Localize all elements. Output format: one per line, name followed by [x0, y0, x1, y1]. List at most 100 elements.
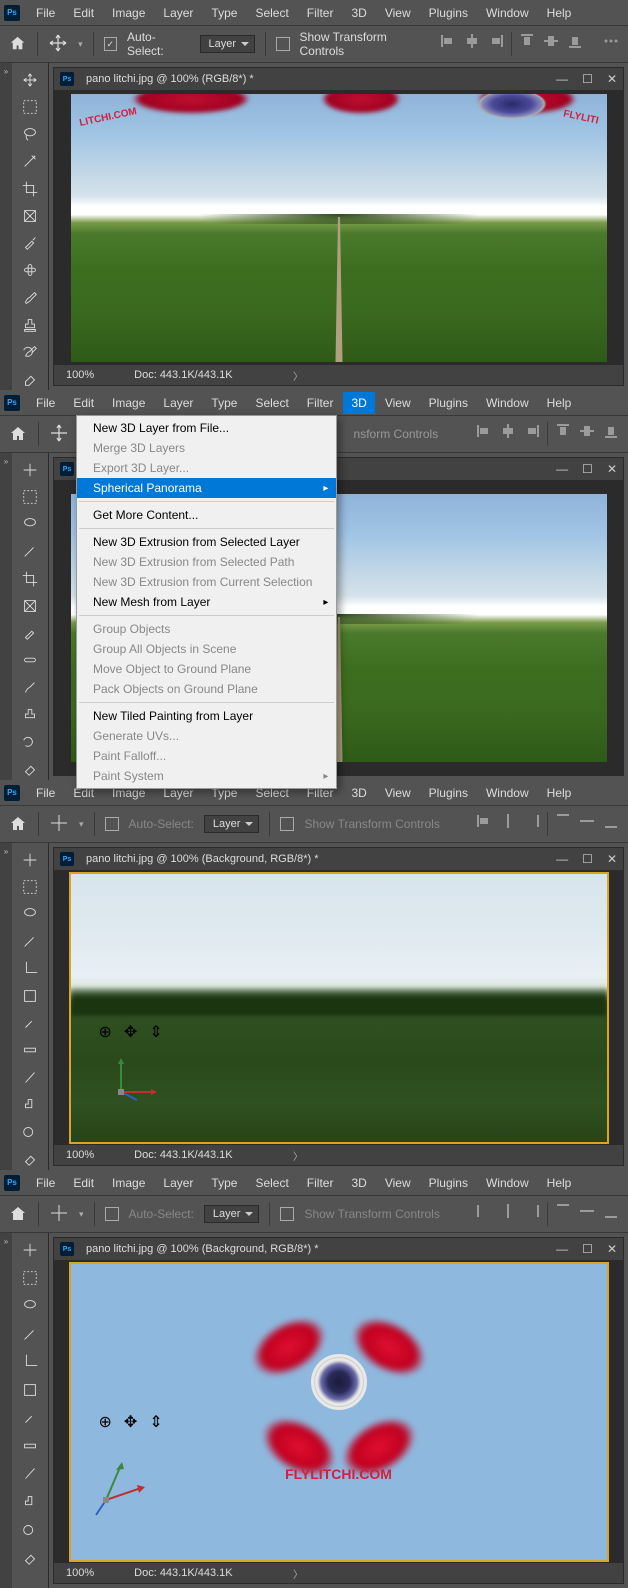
- align-top-icon[interactable]: [554, 812, 572, 830]
- align-right-icon[interactable]: [523, 422, 541, 440]
- crop-tool-icon[interactable]: [19, 568, 41, 589]
- menu-3d[interactable]: 3D: [343, 392, 374, 414]
- frame-tool-icon[interactable]: [19, 1379, 41, 1401]
- layer-dropdown[interactable]: Layer: [200, 35, 256, 53]
- 3d-axis-widget[interactable]: [91, 1460, 151, 1520]
- menu-type[interactable]: Type: [203, 1172, 245, 1194]
- move-tool-icon[interactable]: [49, 1203, 69, 1226]
- chevron-right-icon[interactable]: 〉: [293, 368, 303, 383]
- menu-layer[interactable]: Layer: [155, 392, 201, 414]
- maximize-icon[interactable]: ☐: [582, 852, 593, 866]
- brush-tool-icon[interactable]: [19, 1463, 41, 1485]
- menu-select[interactable]: Select: [247, 1172, 296, 1194]
- zoom-level[interactable]: 100%: [66, 1149, 94, 1161]
- show-transform-checkbox[interactable]: [276, 37, 289, 51]
- history-brush-tool-icon[interactable]: [19, 342, 41, 363]
- menu-edit[interactable]: Edit: [65, 2, 102, 24]
- zoom-level[interactable]: 100%: [66, 369, 94, 381]
- menu-3d[interactable]: 3D: [343, 782, 374, 804]
- stamp-tool-icon[interactable]: [19, 1491, 41, 1513]
- history-brush-tool-icon[interactable]: [19, 1122, 41, 1143]
- wand-tool-icon[interactable]: [19, 1323, 41, 1345]
- menu-image[interactable]: Image: [104, 2, 153, 24]
- menu-help[interactable]: Help: [539, 2, 580, 24]
- menu-edit[interactable]: Edit: [65, 392, 102, 414]
- move-tool-icon[interactable]: [19, 1239, 41, 1261]
- healing-tool-icon[interactable]: [19, 1040, 41, 1061]
- home-icon[interactable]: [8, 1204, 28, 1224]
- eyedropper-tool-icon[interactable]: [19, 233, 41, 254]
- minimize-icon[interactable]: —: [556, 462, 568, 476]
- canvas-area[interactable]: ⊕ ✥ ⇕: [54, 870, 623, 1145]
- align-hcenter-icon[interactable]: [499, 1202, 517, 1220]
- show-transform-checkbox[interactable]: [280, 817, 294, 831]
- menu-plugins[interactable]: Plugins: [421, 392, 476, 414]
- align-top-icon[interactable]: [518, 32, 536, 50]
- align-top-icon[interactable]: [554, 1202, 572, 1220]
- orbit-icon[interactable]: ⊕: [99, 1412, 112, 1432]
- eraser-tool-icon[interactable]: [19, 369, 41, 390]
- menu-3d[interactable]: 3D: [343, 1172, 374, 1194]
- menu-type[interactable]: Type: [203, 392, 245, 414]
- auto-select-checkbox[interactable]: [105, 1207, 119, 1221]
- align-hcenter-icon[interactable]: [499, 812, 517, 830]
- menu-view[interactable]: View: [377, 392, 419, 414]
- crop-tool-icon[interactable]: [19, 178, 41, 199]
- stamp-tool-icon[interactable]: [19, 704, 41, 725]
- menu-type[interactable]: Type: [203, 2, 245, 24]
- menu-item-spherical-panorama[interactable]: Spherical Panorama: [77, 478, 336, 498]
- move-tool-icon[interactable]: [19, 849, 41, 870]
- menu-file[interactable]: File: [28, 2, 63, 24]
- align-left-icon[interactable]: [475, 422, 493, 440]
- menu-image[interactable]: Image: [104, 1172, 153, 1194]
- menu-view[interactable]: View: [377, 2, 419, 24]
- brush-tool-icon[interactable]: [19, 677, 41, 698]
- eraser-tool-icon[interactable]: [19, 759, 41, 780]
- 3d-mode-widgets[interactable]: ⊕ ✥ ⇕: [99, 1412, 163, 1432]
- menu-item-new-3d-layer[interactable]: New 3D Layer from File...: [77, 418, 336, 438]
- menu-help[interactable]: Help: [539, 392, 580, 414]
- close-icon[interactable]: ✕: [607, 1242, 617, 1256]
- menu-edit[interactable]: Edit: [65, 1172, 102, 1194]
- menu-window[interactable]: Window: [478, 2, 537, 24]
- align-bottom-icon[interactable]: [602, 1202, 620, 1220]
- close-icon[interactable]: ✕: [607, 462, 617, 476]
- move-tool-icon[interactable]: [48, 33, 68, 56]
- healing-tool-icon[interactable]: [19, 1435, 41, 1457]
- home-icon[interactable]: [8, 424, 28, 444]
- layer-dropdown[interactable]: Layer: [204, 1205, 260, 1223]
- maximize-icon[interactable]: ☐: [582, 72, 593, 86]
- panel-tab-strip[interactable]: »: [0, 1233, 12, 1588]
- menu-image[interactable]: Image: [104, 392, 153, 414]
- frame-tool-icon[interactable]: [19, 985, 41, 1006]
- pan-icon[interactable]: ✥: [124, 1022, 137, 1042]
- healing-tool-icon[interactable]: [19, 650, 41, 671]
- brush-tool-icon[interactable]: [19, 1067, 41, 1088]
- eyedropper-tool-icon[interactable]: [19, 1013, 41, 1034]
- wand-tool-icon[interactable]: [19, 541, 41, 562]
- close-icon[interactable]: ✕: [607, 852, 617, 866]
- document-titlebar[interactable]: Ps pano litchi.jpg @ 100% (Background, R…: [54, 848, 623, 870]
- menu-layer[interactable]: Layer: [155, 1172, 201, 1194]
- eraser-tool-icon[interactable]: [19, 1149, 41, 1170]
- menu-layer[interactable]: Layer: [155, 2, 201, 24]
- move-tool-icon[interactable]: [49, 813, 69, 836]
- zoom-level[interactable]: 100%: [66, 1567, 94, 1579]
- lasso-tool-icon[interactable]: [19, 904, 41, 925]
- auto-select-checkbox[interactable]: [105, 817, 119, 831]
- align-top-icon[interactable]: [554, 422, 572, 440]
- canvas-area[interactable]: FLYLITCHI.COM ⊕ ✥ ⇕: [54, 1260, 623, 1563]
- doc-info[interactable]: Doc: 443.1K/443.1K: [134, 1149, 232, 1161]
- doc-info[interactable]: Doc: 443.1K/443.1K: [134, 369, 232, 381]
- lasso-tool-icon[interactable]: [19, 124, 41, 145]
- move-tool-icon[interactable]: [49, 423, 69, 446]
- align-vcenter-icon[interactable]: [578, 1202, 596, 1220]
- stamp-tool-icon[interactable]: [19, 1094, 41, 1115]
- 3d-mode-widgets[interactable]: ⊕ ✥ ⇕: [99, 1022, 163, 1042]
- layer-dropdown[interactable]: Layer: [204, 815, 260, 833]
- menu-item-get-more-content[interactable]: Get More Content...: [77, 505, 336, 525]
- chevron-right-icon[interactable]: 〉: [293, 1566, 303, 1581]
- pan-icon[interactable]: ✥: [124, 1412, 137, 1432]
- align-right-icon[interactable]: [523, 812, 541, 830]
- wand-tool-icon[interactable]: [19, 151, 41, 172]
